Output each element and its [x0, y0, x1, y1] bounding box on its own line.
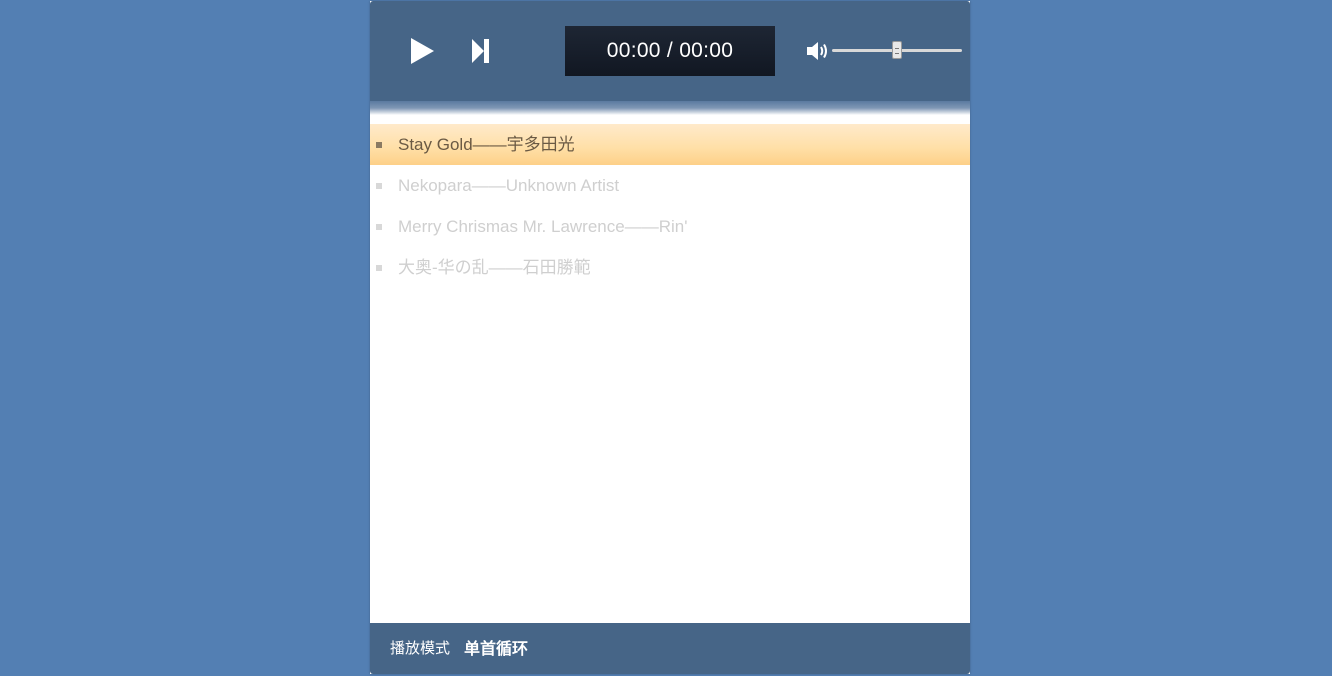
playlist: Stay Gold——宇多田光 Nekopara——Unknown Artist… — [370, 124, 970, 288]
track-title: 大奥-华の乱——石田勝範 — [398, 258, 591, 277]
header-divider — [370, 101, 970, 115]
list-bullet — [376, 183, 382, 189]
music-player: 00:00 / 00:00 Stay Gold——宇多田光 Nekopara——… — [370, 1, 970, 674]
list-bullet — [376, 224, 382, 230]
volume-button[interactable] — [806, 40, 832, 62]
control-bar: 00:00 / 00:00 — [370, 1, 970, 101]
play-mode-toggle[interactable]: 单首循环 — [464, 623, 528, 674]
play-button[interactable] — [408, 36, 436, 66]
volume-icon — [807, 42, 827, 60]
track-title: Merry Chrismas Mr. Lawrence——Rin' — [398, 217, 688, 236]
track-title: Stay Gold——宇多田光 — [398, 135, 575, 154]
playlist-item[interactable]: 大奥-华の乱——石田勝範 — [370, 247, 970, 288]
list-bullet — [376, 265, 382, 271]
next-track-button[interactable] — [470, 38, 492, 64]
volume-slider-handle[interactable] — [892, 41, 902, 59]
skip-next-icon — [472, 39, 489, 63]
play-mode-label: 播放模式 — [390, 639, 451, 657]
time-display: 00:00 / 00:00 — [565, 26, 775, 76]
playlist-item[interactable]: Stay Gold——宇多田光 — [370, 124, 970, 165]
list-bullet — [376, 142, 382, 148]
play-icon — [411, 38, 434, 64]
playlist-item[interactable]: Merry Chrismas Mr. Lawrence——Rin' — [370, 206, 970, 247]
footer-bar: 播放模式 单首循环 — [370, 623, 970, 674]
playlist-item[interactable]: Nekopara——Unknown Artist — [370, 165, 970, 206]
track-title: Nekopara——Unknown Artist — [398, 176, 620, 195]
